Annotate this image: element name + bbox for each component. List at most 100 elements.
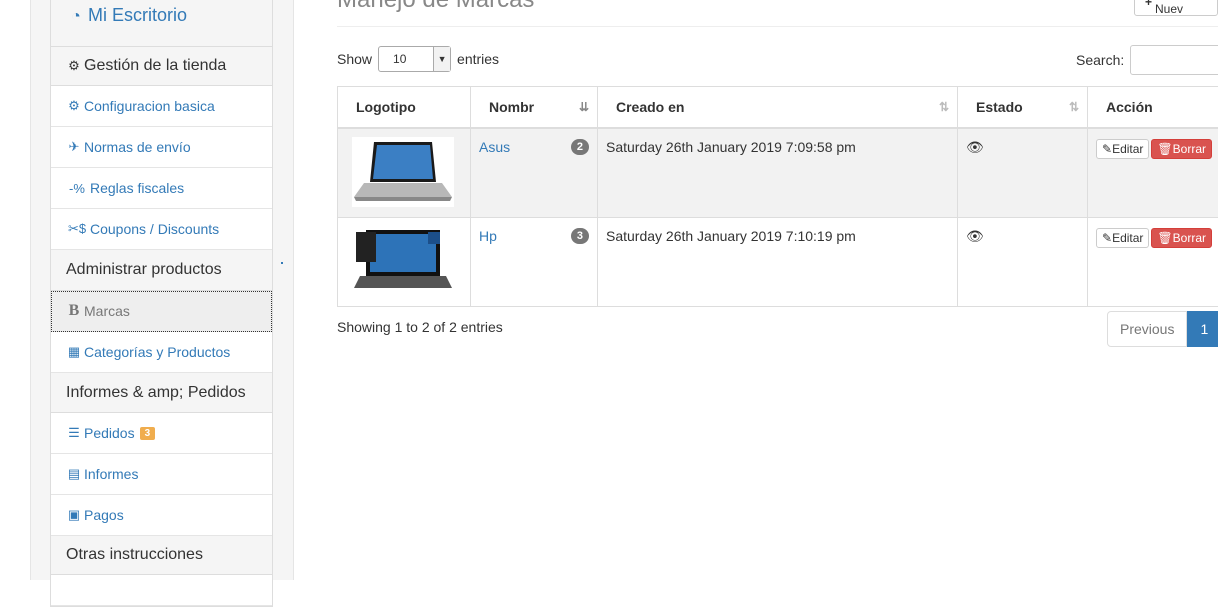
show-label: Show [337,51,372,67]
page-title: Manejo de Marcas [337,0,534,14]
sidebar-item-tax[interactable]: -% Reglas fiscales [51,168,272,209]
page-1-button[interactable]: 1 [1187,311,1218,347]
section-products: Administrar productos [51,250,272,291]
list-icon: ☰ [66,425,82,441]
product-count-badge: 2 [571,139,589,155]
column-header-label: Nombr [489,99,534,115]
delete-button[interactable]: 🗑Borrar [1151,228,1212,248]
brand-name-link[interactable]: Hp [479,228,497,244]
grid-icon: ▦ [66,344,82,360]
plane-icon: ✈ [66,139,82,155]
status-cell: 👁 [958,218,1088,307]
trash-icon: 🗑 [1157,231,1172,245]
hp-laptop-image [352,226,454,296]
entries-select[interactable]: 10 ▼ [378,46,451,72]
sidebar-item-label: Marcas [84,303,130,319]
entries-select-value: 10 [393,52,406,66]
section-store-management: ⚙ Gestión de la tienda [51,47,272,86]
sidebar-item-label: Informes [84,466,138,482]
action-cell: ✎Editar🗑Borrar [1088,128,1218,218]
column-header-label: Logotipo [356,99,416,115]
plus-icon: + [1145,0,1152,9]
section-title: Informes & amp; Pedidos [66,384,246,402]
sidebar-item-basic-config[interactable]: ⚙ Configuracion basica [51,86,272,127]
delete-label: Borrar [1173,142,1206,156]
sidebar-item-payments[interactable]: ▣ Pagos [51,495,272,536]
sidebar-dashboard-label: Mi Escritorio [88,5,187,26]
section-reports: Informes & amp; Pedidos [51,373,272,413]
edit-button[interactable]: ✎Editar [1096,139,1149,159]
column-header-label: Creado en [616,99,684,115]
table-row: Hp 3 Saturday 26th January 2019 7:10:19 … [338,218,1218,307]
sidebar-dashboard-link[interactable]: ◔ Mi Escritorio [51,0,272,47]
gears-icon: ⚙ [66,58,82,74]
entries-label: entries [457,51,499,67]
section-other: Otras instrucciones [51,536,272,575]
eye-icon[interactable]: 👁 [966,139,984,155]
action-cell: ✎Editar🗑Borrar [1088,218,1218,307]
sidebar-item-label: Configuracion basica [84,98,215,114]
section-title: Gestión de la tienda [84,57,226,75]
edit-icon: ✎ [1102,231,1112,245]
pagination: Previous 1 [1107,311,1218,347]
sort-both-icon: ⇅ [1069,100,1079,114]
section-title: Administrar productos [66,261,222,279]
column-header-status[interactable]: Estado⇅ [958,87,1088,129]
scissors-dollar-icon: ✂$ [66,221,88,237]
table-header-row: Logotipo Nombr⇊ Creado en⇅ Estado⇅ Acció… [338,87,1218,129]
name-cell: Hp 3 [471,218,598,307]
stray-dot [281,262,283,264]
list-alt-icon: ▤ [66,466,82,482]
name-cell: Asus 2 [471,128,598,218]
edit-label: Editar [1112,142,1143,156]
table-row: Asus 2 Saturday 26th January 2019 7:09:5… [338,128,1218,218]
dashboard-icon: ◔ [66,8,86,26]
column-header-logo[interactable]: Logotipo [338,87,471,129]
sidebar-item-categories[interactable]: ▦ Categorías y Productos [51,332,272,373]
money-icon: ▣ [66,507,82,523]
edit-icon: ✎ [1102,142,1112,156]
column-header-label: Acción [1106,99,1153,115]
percent-icon: -% [66,181,88,196]
table-info: Showing 1 to 2 of 2 entries [337,319,503,335]
sidebar-item-orders[interactable]: ☰ Pedidos 3 [51,413,272,454]
logo-cell [338,128,471,218]
logo-cell [338,218,471,307]
sort-asc-icon: ⇊ [579,100,589,114]
sidebar-item-reports[interactable]: ▤ Informes [51,454,272,495]
sidebar-item-shipping[interactable]: ✈ Normas de envío [51,127,272,168]
edit-label: Editar [1112,231,1143,245]
status-cell: 👁 [958,128,1088,218]
orders-count-badge: 3 [140,427,156,440]
create-brand-button[interactable]: + Crear Nuev [1134,0,1218,16]
create-brand-label: Crear Nuev [1155,0,1207,16]
sidebar-item-brands[interactable]: B Marcas [51,291,272,332]
entries-length-control: Show 10 ▼ entries [337,46,499,72]
search-input[interactable] [1130,45,1218,75]
brand-name-link[interactable]: Asus [479,139,510,155]
column-header-name[interactable]: Nombr ⇊ [471,87,598,129]
sidebar-item-label: Categorías y Productos [84,344,230,360]
eye-icon[interactable]: 👁 [966,228,984,244]
chevron-down-icon: ▼ [433,47,450,71]
gear-icon: ⚙ [66,98,82,114]
trash-icon: 🗑 [1157,142,1172,156]
sidebar-item-label: Coupons / Discounts [90,221,219,237]
previous-page-button[interactable]: Previous [1107,311,1187,347]
sidebar-item-label: Pagos [84,507,124,523]
column-header-created[interactable]: Creado en⇅ [598,87,958,129]
bold-b-icon: B [66,302,82,320]
delete-button[interactable]: 🗑Borrar [1151,139,1212,159]
sidebar-item-coupons[interactable]: ✂$ Coupons / Discounts [51,209,272,250]
sidebar-item-label: Normas de envío [84,139,191,155]
title-divider [337,26,1218,27]
edit-button[interactable]: ✎Editar [1096,228,1149,248]
table-search: Search: [1076,45,1218,75]
sidebar-item-label: Reglas fiscales [90,180,184,196]
created-cell: Saturday 26th January 2019 7:09:58 pm [598,128,958,218]
column-header-action: Acción [1088,87,1218,129]
sidebar: ◔ Mi Escritorio ⚙ Gestión de la tienda ⚙… [50,0,273,607]
search-label: Search: [1076,52,1124,68]
created-cell: Saturday 26th January 2019 7:10:19 pm [598,218,958,307]
delete-label: Borrar [1173,231,1206,245]
